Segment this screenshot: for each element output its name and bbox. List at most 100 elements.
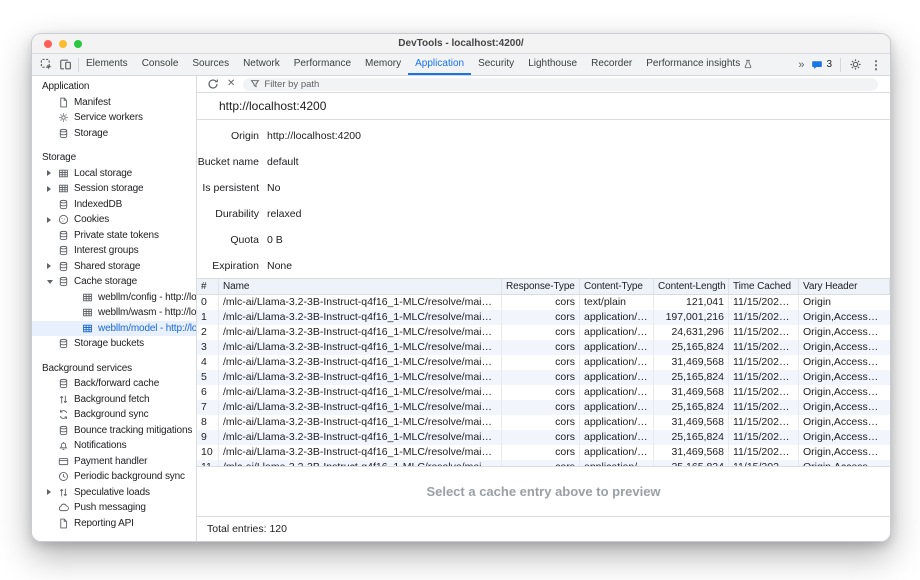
table-row[interactable]: 11/mlc-ai/Llama-3.2-3B-Instruct-q4f16_1-… [197, 460, 890, 467]
column-header-[interactable]: # [197, 279, 219, 294]
sidebar-item-shared-storage[interactable]: Shared storage [32, 259, 196, 275]
tab-label: Lighthouse [528, 58, 577, 69]
table-row[interactable]: 7/mlc-ai/Llama-3.2-3B-Instruct-q4f16_1-M… [197, 400, 890, 415]
table-row[interactable]: 8/mlc-ai/Llama-3.2-3B-Instruct-q4f16_1-M… [197, 415, 890, 430]
table-row[interactable]: 1/mlc-ai/Llama-3.2-3B-Instruct-q4f16_1-M… [197, 310, 890, 325]
table-row[interactable]: 4/mlc-ai/Llama-3.2-3B-Instruct-q4f16_1-M… [197, 355, 890, 370]
tab-sources[interactable]: Sources [185, 54, 236, 75]
fetch-icon [58, 394, 70, 405]
sidebar-item-reporting-api[interactable]: Reporting API [32, 516, 196, 532]
table-cell: 10 [197, 445, 219, 460]
cache-toolbar: ✕ Filter by path [197, 76, 890, 93]
sidebar-item-payment-handler[interactable]: Payment handler [32, 454, 196, 470]
table-cell: /mlc-ai/Llama-3.2-3B-Instruct-q4f16_1-ML… [219, 445, 502, 460]
expander-right-icon[interactable] [47, 186, 58, 192]
tab-memory[interactable]: Memory [358, 54, 408, 75]
table-row[interactable]: 0/mlc-ai/Llama-3.2-3B-Instruct-q4f16_1-M… [197, 295, 890, 310]
tab-recorder[interactable]: Recorder [584, 54, 639, 75]
sidebar-item-webllm-config-http-loc[interactable]: webllm/config - http://loc… [32, 290, 196, 306]
column-header-vary-header[interactable]: Vary Header [799, 279, 890, 294]
table-row[interactable]: 6/mlc-ai/Llama-3.2-3B-Instruct-q4f16_1-M… [197, 385, 890, 400]
table-cell: application/oc… [580, 310, 654, 325]
expander-right-icon[interactable] [47, 489, 58, 495]
sidebar-item-cookies[interactable]: Cookies [32, 212, 196, 228]
column-header-content-type[interactable]: Content-Type [580, 279, 654, 294]
filter-input[interactable]: Filter by path [243, 78, 878, 91]
sidebar-item-push-messaging[interactable]: Push messaging [32, 500, 196, 516]
tab-network[interactable]: Network [236, 54, 287, 75]
sidebar-item-interest-groups[interactable]: Interest groups [32, 243, 196, 259]
sidebar-item-manifest[interactable]: Manifest [32, 95, 196, 111]
tab-performance[interactable]: Performance [287, 54, 358, 75]
table-row[interactable]: 10/mlc-ai/Llama-3.2-3B-Instruct-q4f16_1-… [197, 445, 890, 460]
sidebar-item-background-fetch[interactable]: Background fetch [32, 392, 196, 408]
sidebar-item-label: Background fetch [74, 394, 149, 405]
sidebar-item-private-state-tokens[interactable]: Private state tokens [32, 228, 196, 244]
expander-right-icon[interactable] [47, 263, 58, 269]
tab-lighthouse[interactable]: Lighthouse [521, 54, 584, 75]
expander-right-icon[interactable] [47, 170, 58, 176]
titlebar[interactable]: DevTools - localhost:4200/ [32, 34, 890, 54]
metadata-label: Durability [197, 208, 259, 220]
preview-hint-text: Select a cache entry above to preview [426, 484, 660, 499]
file-icon [58, 518, 70, 529]
sidebar-item-service-workers[interactable]: Service workers [32, 110, 196, 126]
table-cell: 11/15/2024, 10… [729, 400, 799, 415]
refresh-icon[interactable] [207, 78, 219, 90]
sidebar-item-storage[interactable]: Storage [32, 126, 196, 142]
sidebar-item-back-forward-cache[interactable]: Back/forward cache [32, 376, 196, 392]
more-tabs-button[interactable]: » [798, 59, 803, 71]
sidebar-item-webllm-wasm-http-loca[interactable]: webllm/wasm - http://loca… [32, 305, 196, 321]
sidebar-item-indexeddb[interactable]: IndexedDB [32, 197, 196, 213]
sidebar-item-label: Periodic background sync [74, 471, 185, 482]
sidebar-item-webllm-model-http-loc[interactable]: webllm/model - http://loc… [32, 321, 196, 337]
table-cell: application/oc… [580, 355, 654, 370]
tab-label: Console [142, 58, 179, 69]
expander-down-icon[interactable] [47, 280, 58, 284]
inspect-element-icon[interactable] [40, 58, 53, 71]
table-cell: text/plain [580, 295, 654, 310]
table-row[interactable]: 5/mlc-ai/Llama-3.2-3B-Instruct-q4f16_1-M… [197, 370, 890, 385]
table-cell: /mlc-ai/Llama-3.2-3B-Instruct-q4f16_1-ML… [219, 340, 502, 355]
issues-counter[interactable]: 3 [811, 59, 832, 71]
sidebar-item-background-sync[interactable]: Background sync [32, 407, 196, 423]
column-header-time-cached[interactable]: Time Cached [729, 279, 799, 294]
column-header-content-length[interactable]: Content-Length [654, 279, 729, 294]
sidebar-item-label: Shared storage [74, 261, 140, 272]
more-options-icon[interactable]: ⋮ [870, 58, 882, 72]
table-cell: Origin,Access… [799, 400, 890, 415]
column-header-response-type[interactable]: Response-Type [502, 279, 580, 294]
expander-right-icon[interactable] [47, 217, 58, 223]
table-cell: application/oc… [580, 385, 654, 400]
tab-security[interactable]: Security [471, 54, 521, 75]
sidebar-item-periodic-background-sync[interactable]: Periodic background sync [32, 469, 196, 485]
metadata-row-origin: Originhttp://localhost:4200 [197, 123, 890, 149]
sidebar-item-notifications[interactable]: Notifications [32, 438, 196, 454]
table-cell: 197,001,216 [654, 310, 729, 325]
sidebar-item-bounce-tracking-mitigations[interactable]: Bounce tracking mitigations [32, 423, 196, 439]
table-row[interactable]: 9/mlc-ai/Llama-3.2-3B-Instruct-q4f16_1-M… [197, 430, 890, 445]
sidebar-item-label: Private state tokens [74, 230, 159, 241]
message-bubble-icon [811, 59, 823, 71]
column-header-name[interactable]: Name [219, 279, 502, 294]
tab-performance-insights[interactable]: Performance insights [639, 54, 760, 75]
close-icon[interactable]: ✕ [227, 79, 235, 89]
table-cell: cors [502, 385, 580, 400]
sidebar-item-speculative-loads[interactable]: Speculative loads [32, 485, 196, 501]
device-toolbar-icon[interactable] [59, 58, 72, 71]
window-title: DevTools - localhost:4200/ [32, 38, 890, 49]
sidebar-item-local-storage[interactable]: Local storage [32, 166, 196, 182]
table-row[interactable]: 3/mlc-ai/Llama-3.2-3B-Instruct-q4f16_1-M… [197, 340, 890, 355]
sidebar-item-session-storage[interactable]: Session storage [32, 181, 196, 197]
settings-gear-icon[interactable] [849, 58, 862, 71]
table-cell: cors [502, 415, 580, 430]
cloud-icon [58, 502, 70, 513]
tab-console[interactable]: Console [135, 54, 186, 75]
tab-elements[interactable]: Elements [79, 54, 135, 75]
sidebar-item-storage-buckets[interactable]: Storage buckets [32, 336, 196, 352]
table-cell: 9 [197, 430, 219, 445]
table-row[interactable]: 2/mlc-ai/Llama-3.2-3B-Instruct-q4f16_1-M… [197, 325, 890, 340]
table-cell: application/oc… [580, 340, 654, 355]
sidebar-item-cache-storage[interactable]: Cache storage [32, 274, 196, 290]
tab-application[interactable]: Application [408, 54, 471, 75]
